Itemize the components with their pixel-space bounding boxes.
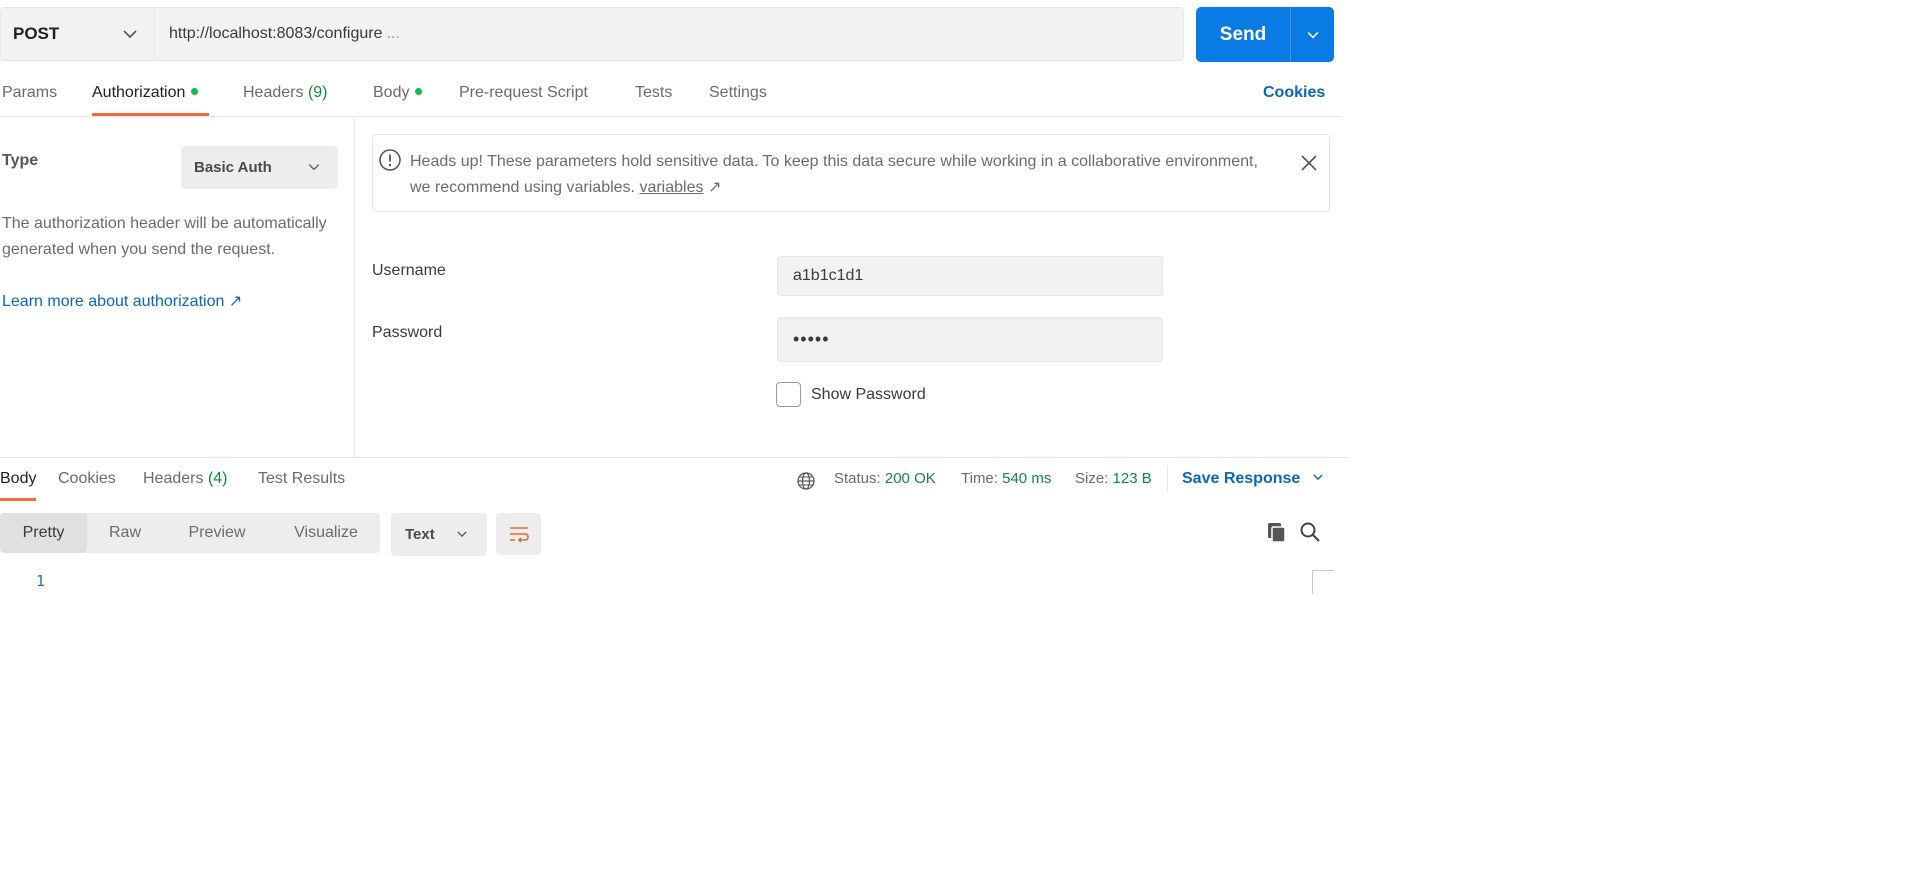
auth-type-value: Basic Auth	[194, 159, 272, 176]
tab-body[interactable]: Body	[373, 84, 423, 118]
method-select[interactable]: POST	[0, 7, 154, 61]
show-password-label[interactable]: Show Password	[811, 386, 926, 404]
response-tab-headers[interactable]: Headers (4)	[143, 470, 228, 488]
tab-authorization-label: Authorization	[92, 84, 186, 101]
notice-message: Heads up! These parameters hold sensitiv…	[410, 153, 1258, 196]
view-pretty-button[interactable]: Pretty	[0, 513, 87, 553]
time-value: 540 ms	[1002, 470, 1052, 487]
username-input[interactable]: a1b1c1d1	[777, 256, 1163, 296]
format-select[interactable]: Text	[391, 513, 487, 556]
copy-icon[interactable]	[1265, 520, 1289, 544]
tab-headers-label: Headers	[243, 84, 304, 101]
response-status: Status: 200 OK	[834, 470, 936, 487]
tab-params[interactable]: Params	[2, 84, 57, 118]
response-tab-test-results[interactable]: Test Results	[258, 470, 345, 488]
method-value: POST	[13, 24, 60, 43]
response-tab-headers-label: Headers	[143, 470, 204, 487]
status-label: Status:	[834, 470, 881, 487]
response-tab-body[interactable]: Body	[0, 470, 36, 488]
word-wrap-icon	[509, 527, 529, 543]
globe-icon[interactable]	[796, 471, 816, 491]
response-time: Time: 540 ms	[961, 470, 1051, 487]
username-value: a1b1c1d1	[793, 267, 864, 284]
auth-description: The authorization header will be automat…	[2, 215, 327, 258]
external-link-icon: ↗	[707, 179, 722, 196]
send-options-button[interactable]	[1290, 7, 1334, 62]
send-button[interactable]: Send	[1196, 7, 1290, 62]
format-value: Text	[405, 526, 435, 543]
response-tab-cookies[interactable]: Cookies	[58, 470, 116, 488]
tab-headers-count: (9)	[307, 84, 328, 101]
tab-settings[interactable]: Settings	[709, 84, 767, 118]
status-value: 200 OK	[884, 470, 936, 487]
password-label: Password	[372, 324, 443, 341]
time-label: Time:	[961, 470, 998, 487]
tab-headers[interactable]: Headers (9)	[243, 84, 328, 118]
url-ellipsis: ...	[386, 25, 400, 42]
notice-text: Heads up! These parameters hold sensitiv…	[410, 149, 1270, 201]
modified-dot	[415, 88, 423, 95]
save-response-label: Save Response	[1182, 470, 1301, 487]
username-label: Username	[372, 262, 446, 279]
panel-divider	[354, 118, 355, 458]
tab-tests[interactable]: Tests	[635, 84, 672, 118]
info-circle-icon	[379, 149, 401, 171]
sensitive-data-notice: Heads up! These parameters hold sensitiv…	[372, 134, 1330, 212]
chevron-down-icon	[308, 164, 320, 171]
chevron-down-icon	[1313, 474, 1323, 481]
variables-link[interactable]: variables	[639, 179, 703, 196]
response-active-tab-indicator	[0, 498, 36, 501]
word-wrap-button[interactable]	[496, 513, 541, 555]
auth-type-label: Type	[2, 152, 39, 169]
response-divider	[0, 457, 1348, 458]
response-tab-headers-count: (4)	[207, 470, 228, 487]
line-number: 1	[36, 572, 46, 590]
cookies-link[interactable]: Cookies	[1263, 84, 1325, 102]
learn-more-link[interactable]: Learn more about authorization ↗	[2, 291, 242, 311]
size-value: 123 B	[1112, 470, 1152, 487]
view-raw-button[interactable]: Raw	[92, 513, 158, 553]
view-preview-button[interactable]: Preview	[170, 513, 264, 553]
search-icon[interactable]	[1298, 520, 1322, 544]
response-size: Size: 123 B	[1075, 470, 1152, 487]
modified-dot	[191, 88, 199, 95]
tabs-divider	[0, 116, 1342, 117]
size-label: Size:	[1075, 470, 1109, 487]
auth-type-select[interactable]: Basic Auth	[181, 146, 338, 189]
tab-body-label: Body	[373, 84, 410, 101]
url-input[interactable]: http://localhost:8083/configure ...	[154, 7, 1184, 61]
close-icon[interactable]	[1299, 153, 1319, 173]
chevron-down-icon	[123, 30, 137, 39]
save-response-button[interactable]: Save Response	[1182, 470, 1325, 488]
view-visualize-button[interactable]: Visualize	[278, 513, 374, 553]
chevron-down-icon	[457, 531, 467, 537]
editor-scrollbar[interactable]	[1312, 570, 1334, 594]
chevron-down-icon	[1307, 31, 1318, 39]
tab-prerequest-script[interactable]: Pre-request Script	[459, 84, 588, 118]
password-input[interactable]: •••••	[777, 317, 1163, 362]
show-password-checkbox[interactable]	[776, 382, 801, 407]
url-text: http://localhost:8083/configure	[169, 25, 383, 42]
status-separator	[1167, 466, 1168, 492]
password-value: •••••	[793, 329, 830, 349]
